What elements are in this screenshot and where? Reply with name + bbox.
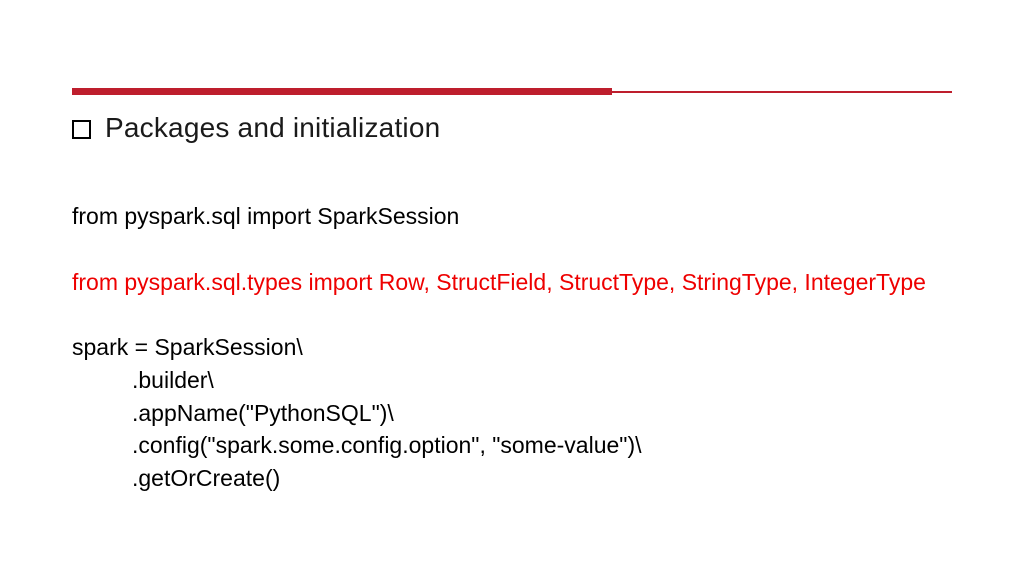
code-line-appname: .appName("PythonSQL")\ [72, 397, 952, 430]
heading-text: Packages and initialization [105, 112, 440, 144]
code-block: from pyspark.sql import SparkSession fro… [72, 200, 952, 495]
code-line-builder: .builder\ [72, 364, 952, 397]
code-line-spark-assign: spark = SparkSession\ [72, 331, 952, 364]
code-line-getorcreate: .getOrCreate() [72, 462, 952, 495]
code-line-import-types: from pyspark.sql.types import Row, Struc… [72, 266, 952, 299]
code-line-config: .config("spark.some.config.option", "som… [72, 429, 952, 462]
blank-line [72, 233, 952, 266]
square-bullet-icon [72, 120, 91, 139]
code-line-import-sparksession: from pyspark.sql import SparkSession [72, 200, 952, 233]
section-heading: Packages and initialization [72, 112, 440, 144]
header-rule [72, 88, 952, 96]
header-rule-thin [612, 91, 952, 93]
header-rule-thick [72, 88, 612, 95]
blank-line [72, 298, 952, 331]
